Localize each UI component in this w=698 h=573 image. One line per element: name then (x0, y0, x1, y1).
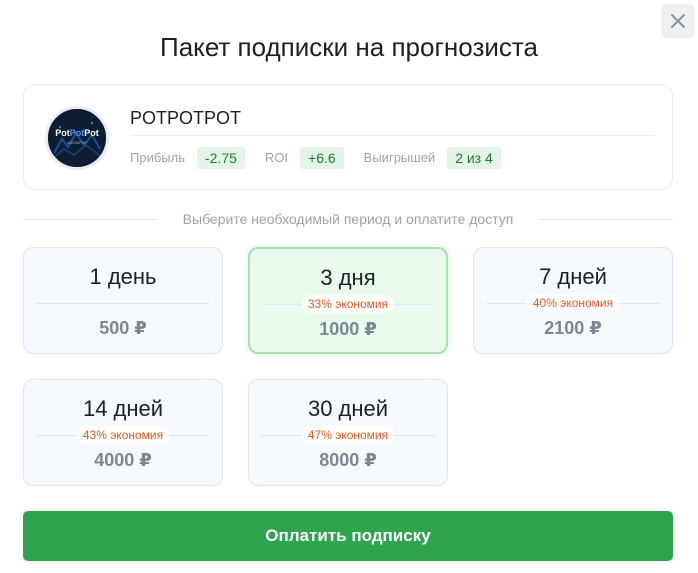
plan-card-30-days[interactable]: 30 дней 47% экономия 8000 ₽ (248, 379, 448, 486)
stat-label-roi: ROI (264, 150, 289, 165)
forecaster-username: POTPOTPOT (130, 108, 242, 128)
plan-title: 3 дня (320, 265, 376, 290)
svg-text:ABCDEFGH: ABCDEFGH (67, 141, 87, 145)
subscription-modal: Пакет подписки на прогнозиста PotPotPot … (0, 0, 698, 573)
plan-card-3-days[interactable]: 3 дня 33% экономия 1000 ₽ (248, 247, 448, 354)
stat-value-profit: -2.75 (196, 146, 245, 169)
plan-price: 2100 ₽ (544, 318, 602, 338)
savings-badge: 40% экономия (526, 294, 620, 312)
stat-label-profit: Прибыль (130, 150, 185, 165)
stat-value-roi: +6.6 (300, 146, 344, 169)
modal-title: Пакет подписки на прогнозиста (160, 32, 538, 62)
avatar-logo: PotPotPot ABCDEFGH (48, 109, 106, 167)
stat-label-wins: Выигрышей (363, 150, 436, 165)
savings-badge: 33% экономия (301, 295, 395, 313)
plan-divider (36, 303, 210, 304)
profile-divider (130, 135, 655, 136)
plan-price: 500 ₽ (99, 318, 147, 338)
plan-price: 1000 ₽ (319, 319, 377, 339)
stat-value-wins: 2 из 4 (447, 146, 501, 169)
plan-price: 8000 ₽ (319, 450, 377, 470)
plan-card-14-days[interactable]: 14 дней 43% экономия 4000 ₽ (23, 379, 223, 486)
plan-title: 1 день (89, 264, 157, 289)
savings-badge: 47% экономия (301, 426, 395, 444)
plan-title: 30 дней (307, 396, 389, 421)
forecaster-stats: Прибыль -2.75 ROI +6.6 Выигрышей 2 из 4 (130, 146, 521, 169)
plan-card-7-days[interactable]: 7 дней 40% экономия 2100 ₽ (473, 247, 673, 354)
period-divider: Выберите необходимый период и оплатите д… (23, 209, 673, 229)
plan-price: 4000 ₽ (94, 450, 152, 470)
svg-text:PotPotPot: PotPotPot (55, 128, 99, 138)
pay-subscription-button[interactable]: Оплатить подписку (23, 511, 673, 561)
avatar: PotPotPot ABCDEFGH (45, 106, 109, 170)
plan-card-1-day[interactable]: 1 день 500 ₽ (23, 247, 223, 354)
forecaster-card: PotPotPot ABCDEFGH POTPOTPOT Прибыль -2.… (23, 84, 673, 190)
period-hint: Выберите необходимый период и оплатите д… (182, 211, 514, 227)
savings-badge: 43% экономия (76, 426, 170, 444)
close-icon (671, 14, 685, 28)
plan-title: 14 дней (82, 396, 164, 421)
plan-title: 7 дней (539, 264, 607, 289)
